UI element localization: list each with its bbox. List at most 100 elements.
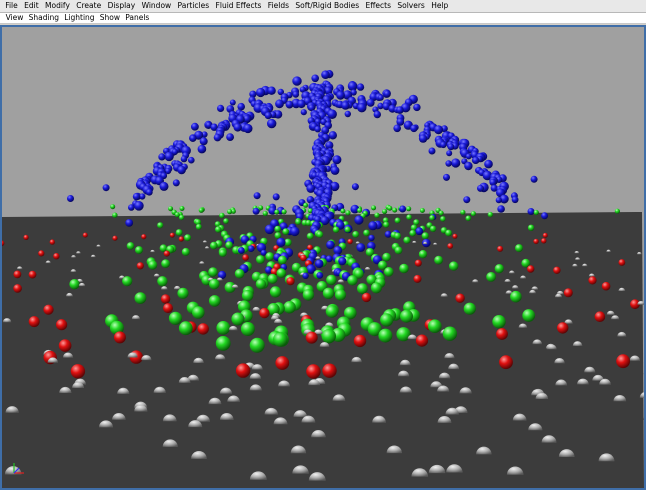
blue-particle [311, 74, 320, 83]
green-particle [486, 272, 496, 282]
green-particle [394, 232, 402, 240]
green-particle [419, 208, 425, 213]
green-particle [406, 214, 412, 220]
green-particle [168, 311, 183, 325]
panel-menu-lighting[interactable]: Lighting [62, 13, 98, 23]
red-particle [496, 328, 508, 340]
ground-plane [2, 212, 644, 488]
green-particle [227, 209, 233, 215]
blue-particle [158, 153, 166, 161]
blue-particle [145, 188, 153, 196]
blue-particle [314, 126, 321, 133]
red-particle [542, 232, 548, 238]
green-particle [225, 241, 233, 249]
red-particle [43, 304, 54, 315]
blue-particle [354, 215, 364, 225]
panel-menu-shading[interactable]: Shading [26, 13, 62, 23]
menu-effects[interactable]: Effects [362, 0, 394, 12]
green-particle [463, 302, 476, 315]
menu-file[interactable]: File [2, 0, 21, 12]
red-particle [235, 363, 251, 378]
green-particle [418, 250, 428, 259]
green-particle [394, 217, 401, 224]
green-particle [334, 289, 347, 301]
green-particle [256, 255, 265, 264]
menu-solvers[interactable]: Solvers [394, 0, 428, 12]
green-particle [440, 216, 446, 222]
red-particle [160, 294, 171, 304]
menu-window[interactable]: Window [138, 0, 174, 12]
blue-particle [275, 99, 284, 109]
red-particle [414, 259, 422, 267]
blue-particle [447, 143, 455, 151]
panel-menu-panels[interactable]: Panels [123, 13, 152, 23]
perspective-viewport[interactable] [0, 25, 646, 490]
green-particle [326, 274, 337, 286]
red-particle [455, 293, 465, 303]
blue-particle [373, 110, 381, 119]
menu-particles[interactable]: Particles [174, 0, 212, 12]
blue-particle [511, 196, 519, 204]
green-particle [428, 319, 442, 334]
menu-modify[interactable]: Modify [42, 0, 73, 12]
blue-particle [264, 224, 275, 235]
red-particle [197, 323, 209, 335]
blue-particle [527, 208, 535, 215]
green-particle [249, 337, 265, 353]
green-particle [384, 267, 394, 277]
blue-particle [428, 147, 436, 155]
green-particle [370, 282, 382, 294]
green-particle [321, 329, 336, 344]
green-particle [192, 306, 205, 319]
blue-particle [267, 86, 276, 95]
red-particle [527, 265, 535, 273]
blue-particle [159, 181, 169, 191]
blue-particle [316, 272, 324, 279]
particle-scene [2, 27, 644, 488]
green-particle [382, 252, 391, 262]
green-particle [470, 211, 476, 217]
green-particle [209, 278, 220, 290]
menu-fluid-effects[interactable]: Fluid Effects [212, 0, 264, 12]
blue-particle [434, 125, 443, 135]
menu-edit[interactable]: Edit [21, 0, 42, 12]
green-particle [421, 232, 429, 240]
green-particle [380, 313, 394, 327]
blue-particle [128, 204, 135, 211]
red-particle [322, 363, 337, 378]
green-particle [215, 336, 231, 351]
green-particle [340, 208, 346, 214]
green-particle [175, 229, 183, 236]
red-particle [286, 277, 295, 286]
green-particle [382, 208, 388, 215]
red-particle [13, 270, 22, 279]
menu-soft-rigid-bodies[interactable]: Soft/Rigid Bodies [292, 0, 362, 12]
green-particle [510, 290, 522, 303]
panel-menu-view[interactable]: View [3, 13, 26, 23]
red-particle [541, 238, 547, 244]
menu-fields[interactable]: Fields [265, 0, 293, 12]
red-particle [136, 262, 144, 270]
green-particle [394, 246, 403, 255]
green-particle [352, 231, 360, 238]
green-particle [215, 226, 222, 233]
blue-particle [297, 99, 306, 109]
green-particle [267, 273, 278, 284]
red-particle [70, 364, 86, 379]
green-particle [399, 263, 409, 274]
red-particle [58, 339, 72, 352]
menu-help[interactable]: Help [428, 0, 451, 12]
green-particle [387, 205, 393, 211]
menu-display[interactable]: Display [104, 0, 138, 12]
blue-particle [67, 195, 74, 202]
panel-menu-show[interactable]: Show [97, 13, 122, 23]
blue-particle [357, 103, 367, 113]
menu-create[interactable]: Create [73, 0, 104, 12]
red-particle [618, 259, 626, 266]
blue-particle [292, 91, 300, 98]
red-particle [163, 303, 173, 314]
green-particle [409, 229, 417, 237]
green-particle [240, 322, 255, 336]
green-particle [223, 218, 229, 224]
blue-particle [180, 155, 188, 163]
